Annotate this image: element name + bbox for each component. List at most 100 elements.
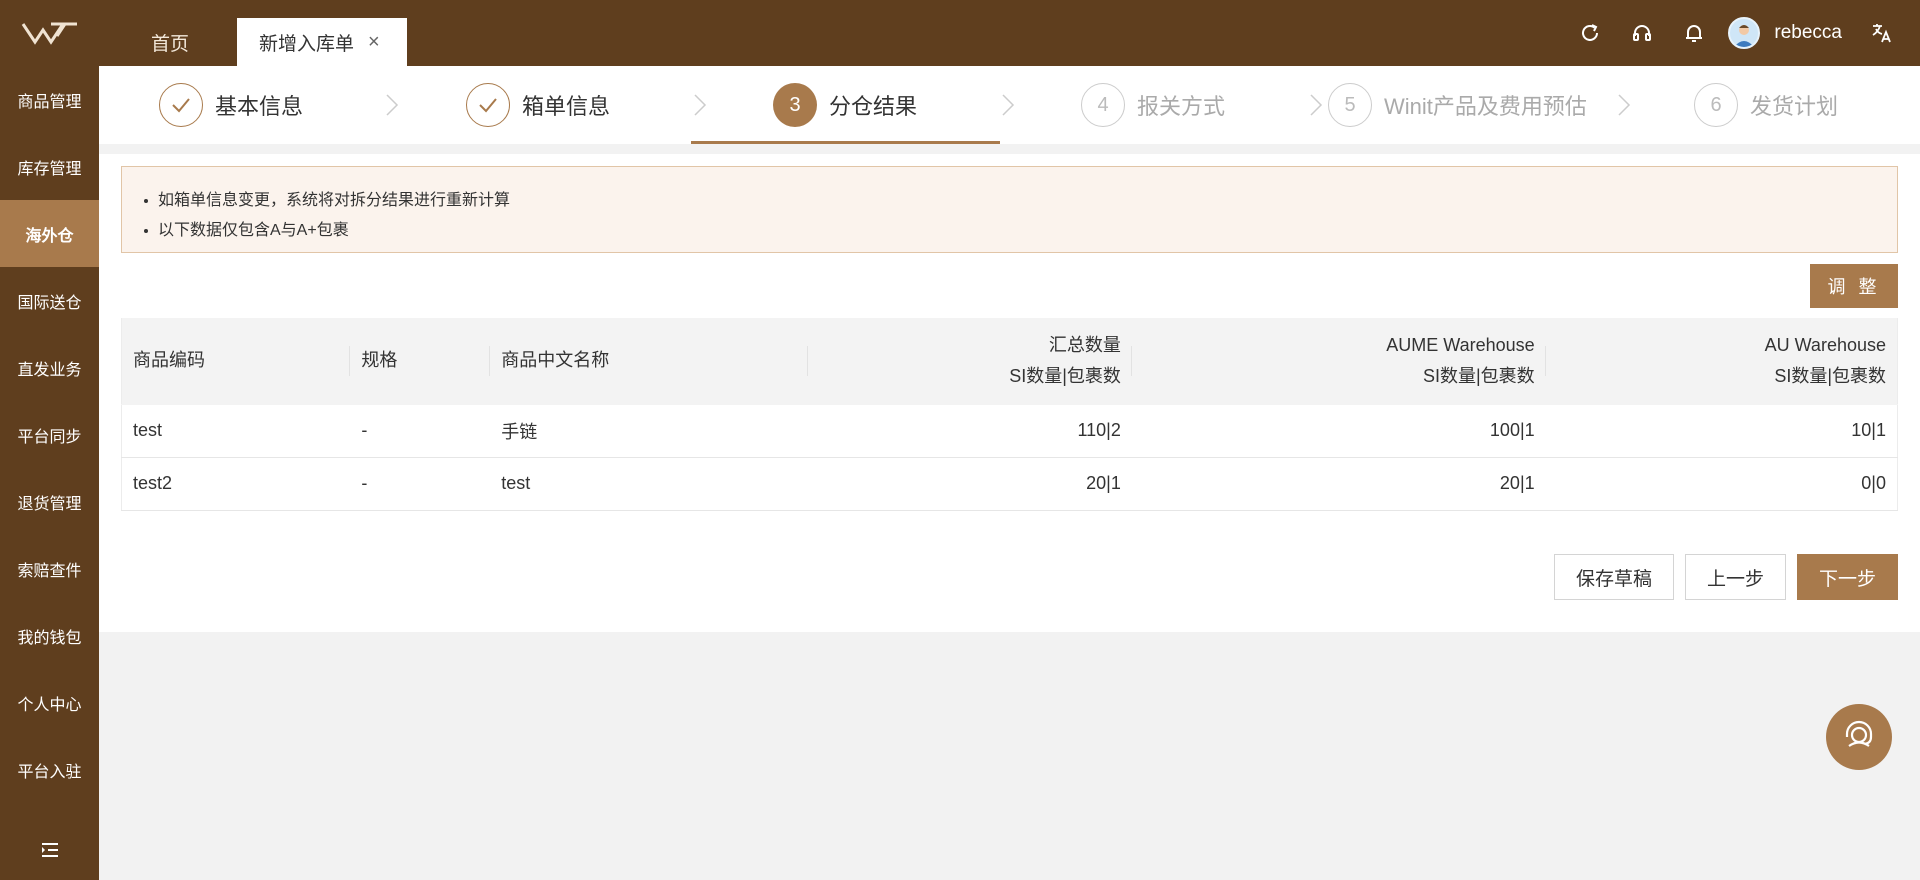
step-label: 报关方式	[1137, 94, 1226, 119]
col-au-warehouse: AU Warehouse SI数量|包裹数	[1546, 318, 1898, 404]
step-number: 5	[1328, 83, 1372, 127]
tab-home[interactable]: 首页	[120, 18, 220, 66]
user-menu[interactable]: rebecca	[1728, 17, 1842, 49]
step-winit-product[interactable]: 5 Winit产品及费用预估	[1328, 66, 1587, 144]
sidebar-item-label: 平台入驻	[17, 763, 82, 781]
chevron-right-icon	[1310, 94, 1323, 116]
close-icon[interactable]: ×	[368, 32, 380, 52]
translate-icon[interactable]	[1856, 0, 1908, 66]
header-label: AU Warehouse	[1764, 334, 1886, 355]
step-number: 4	[1081, 83, 1125, 127]
step-label: 分仓结果	[829, 94, 918, 119]
header-label: 规格	[361, 350, 398, 371]
check-icon	[159, 83, 203, 127]
top-bar: 首页 新增入库单 × rebecca	[0, 0, 1920, 66]
notice-text: 以下数据仅包含A与A+包裹	[158, 222, 349, 239]
cell-name: 手链	[501, 421, 538, 442]
sidebar-item-label: 库存管理	[17, 160, 82, 178]
top-icons: rebecca	[1564, 0, 1920, 66]
stepper: 基本信息 箱单信息 3 分仓结果 4 报关方式 5 Winit产品及费用预估 6…	[99, 66, 1920, 144]
header-sublabel: SI数量|包裹数	[1422, 365, 1535, 386]
logo-icon	[21, 22, 77, 45]
header-sublabel: SI数量|包裹数	[1774, 365, 1886, 386]
chevron-right-icon	[1002, 94, 1015, 116]
sidebar-item-label: 我的钱包	[17, 629, 82, 647]
header-sublabel: SI数量|包裹数	[1009, 365, 1121, 386]
check-icon	[466, 83, 510, 127]
cell-name: test	[501, 473, 531, 493]
step-label: 箱单信息	[522, 94, 611, 119]
sidebar-item-label: 退货管理	[17, 495, 82, 513]
step-label: Winit产品及费用预估	[1384, 94, 1587, 119]
step-packing-info[interactable]: 箱单信息	[466, 66, 610, 144]
main-panel: 如箱单信息变更，系统将对拆分结果进行重新计算 以下数据仅包含A与A+包裹 调 整…	[99, 154, 1920, 632]
header-label: AUME Warehouse	[1386, 334, 1535, 355]
sidebar-item-label: 个人中心	[17, 696, 82, 714]
menu-collapse-icon[interactable]	[0, 830, 99, 870]
cell-au: 0|0	[1861, 473, 1886, 493]
cell-aume: 100|1	[1489, 420, 1535, 440]
sidebar-item-label: 直发业务	[17, 361, 82, 379]
refresh-icon[interactable]	[1564, 0, 1616, 66]
col-product-name: 商品中文名称	[490, 318, 809, 404]
avatar	[1728, 17, 1761, 49]
sidebar-item-platform-sync[interactable]: 平台同步	[0, 401, 99, 468]
sidebar-item-platform-onboard[interactable]: 平台入驻	[0, 736, 99, 803]
sidebar-item-label: 索赔查件	[17, 562, 82, 580]
table-header-row: 商品编码 规格 商品中文名称 汇总数量 SI数量|包裹数 AUME Wareho…	[121, 318, 1898, 404]
cell-total: 110|2	[1077, 420, 1121, 440]
cell-code: test2	[133, 473, 173, 493]
step-customs[interactable]: 4 报关方式	[1081, 66, 1225, 144]
sidebar-item-claims[interactable]: 索赔查件	[0, 535, 99, 602]
header-label: 商品编码	[133, 350, 205, 371]
brand-logo[interactable]	[0, 0, 99, 66]
sidebar-item-label: 平台同步	[17, 428, 82, 446]
cell-spec: -	[361, 473, 368, 493]
sidebar-item-label: 海外仓	[25, 227, 74, 245]
headset-icon[interactable]	[1616, 0, 1668, 66]
step-number: 6	[1694, 83, 1738, 127]
step-number: 3	[773, 83, 817, 127]
sidebar-item-returns[interactable]: 退货管理	[0, 468, 99, 535]
chevron-right-icon	[694, 94, 707, 116]
customer-service-icon[interactable]	[1826, 704, 1892, 770]
sidebar-item-product[interactable]: 商品管理	[0, 66, 99, 133]
step-warehouse-split[interactable]: 3 分仓结果	[773, 66, 917, 144]
tab-home-label: 首页	[150, 33, 189, 55]
tab-new-inbound[interactable]: 新增入库单 ×	[237, 18, 407, 66]
col-product-code: 商品编码	[122, 318, 351, 404]
sidebar-item-direct-ship[interactable]: 直发业务	[0, 334, 99, 401]
chevron-right-icon	[1618, 94, 1631, 116]
step-basic-info[interactable]: 基本信息	[159, 66, 303, 144]
adjust-button[interactable]: 调 整	[1810, 264, 1898, 308]
cell-code: test	[133, 420, 163, 440]
next-step-button[interactable]: 下一步	[1797, 554, 1898, 600]
notice-text: 如箱单信息变更，系统将对拆分结果进行重新计算	[158, 192, 511, 209]
cell-spec: -	[361, 420, 368, 440]
tab-new-inbound-label: 新增入库单	[259, 33, 355, 55]
cell-total: 20|1	[1086, 473, 1121, 493]
col-total: 汇总数量 SI数量|包裹数	[808, 318, 1132, 404]
sidebar-item-wallet[interactable]: 我的钱包	[0, 602, 99, 669]
sidebar-item-profile[interactable]: 个人中心	[0, 669, 99, 736]
sidebar-item-overseas-warehouse[interactable]: 海外仓	[0, 200, 99, 267]
table-row: test - 手链 110|2 100|1 10|1	[121, 404, 1898, 457]
save-draft-button[interactable]: 保存草稿	[1554, 554, 1674, 600]
sidebar: 商品管理 库存管理 海外仓 国际送仓 直发业务 平台同步 退货管理 索赔查件 我…	[0, 66, 99, 880]
notice-box: 如箱单信息变更，系统将对拆分结果进行重新计算 以下数据仅包含A与A+包裹	[121, 166, 1898, 253]
step-shipping-plan[interactable]: 6 发货计划	[1694, 66, 1838, 144]
active-step-indicator	[691, 141, 1000, 144]
sidebar-item-label: 商品管理	[17, 93, 82, 111]
cell-au: 10|1	[1851, 420, 1886, 440]
sidebar-item-label: 国际送仓	[17, 294, 82, 312]
sidebar-item-inventory[interactable]: 库存管理	[0, 133, 99, 200]
sidebar-item-intl-delivery[interactable]: 国际送仓	[0, 267, 99, 334]
table-row: test2 - test 20|1 20|1 0|0	[121, 457, 1898, 510]
bullet-icon	[144, 229, 148, 233]
col-aume-warehouse: AUME Warehouse SI数量|包裹数	[1132, 318, 1546, 404]
step-label: 基本信息	[215, 94, 304, 119]
prev-step-button[interactable]: 上一步	[1685, 554, 1786, 600]
cell-aume: 20|1	[1499, 473, 1535, 493]
notice-line: 以下数据仅包含A与A+包裹	[144, 216, 1897, 246]
bell-icon[interactable]	[1668, 0, 1720, 66]
